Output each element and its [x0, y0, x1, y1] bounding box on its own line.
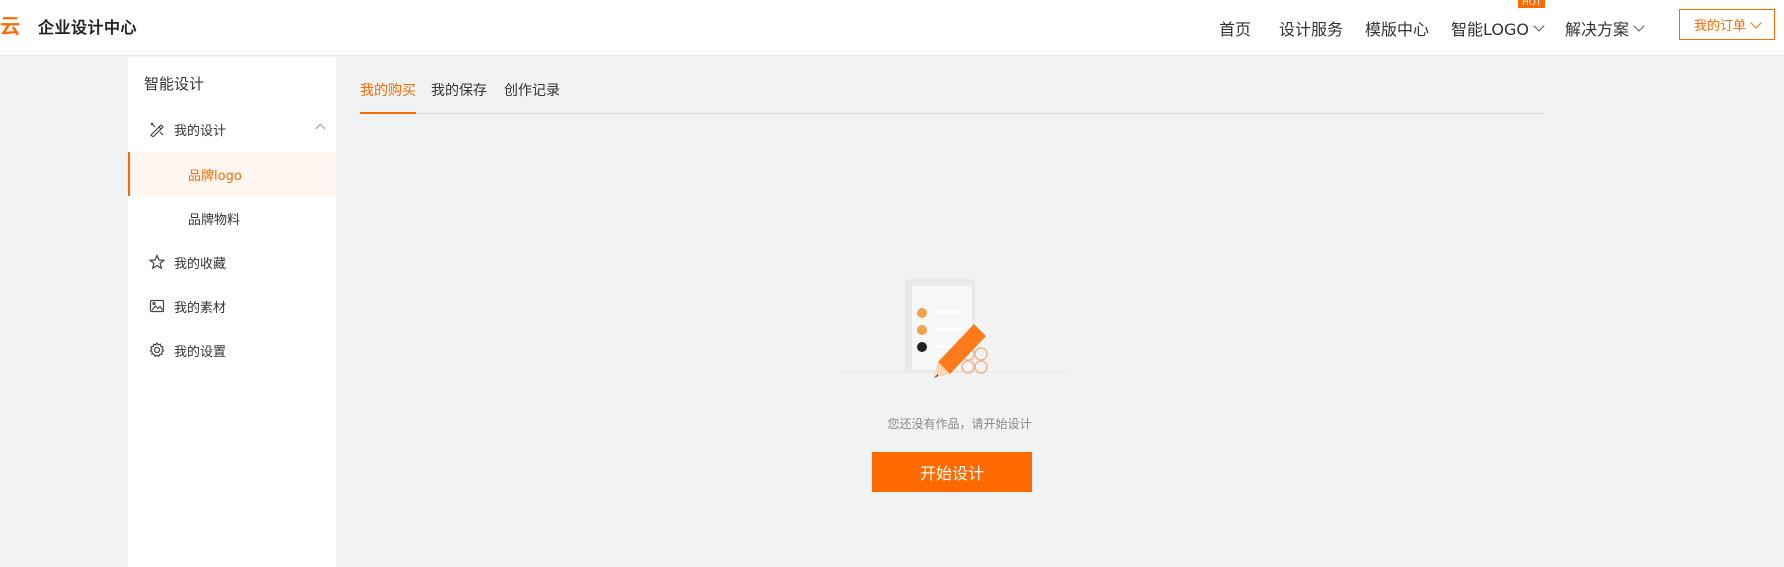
image-icon — [148, 297, 166, 315]
nav-solutions-label: 解决方案 — [1565, 20, 1630, 39]
empty-message: 您还没有作品，请开始设计 — [0, 415, 1784, 432]
start-design-button[interactable]: 开始设计 — [872, 452, 1032, 492]
sidebar-item-materials[interactable]: 我的素材 — [128, 284, 336, 328]
chevron-down-icon — [1750, 16, 1762, 29]
hot-badge: HOT — [1518, 0, 1546, 8]
empty-document-illustration — [838, 279, 1068, 378]
sidebar-item-label: 品牌logo — [188, 168, 242, 184]
brand-title: 企业设计中心 — [38, 18, 138, 37]
chevron-down-icon — [1633, 20, 1645, 32]
sidebar-item-label: 我的设置 — [174, 344, 227, 360]
my-orders-button[interactable]: 我的订单 — [1679, 9, 1775, 40]
gear-icon — [148, 341, 166, 359]
tab-my-purchases[interactable]: 我的购买 — [360, 80, 416, 114]
top-header: 云 企业设计中心 首页 设计服务 模版中心 智能LOGO HOT 解决方案 我的… — [0, 0, 1784, 56]
sidebar-item-settings[interactable]: 我的设置 — [128, 328, 336, 372]
empty-message-text: 您还没有作品，请开始设计 — [887, 417, 1032, 431]
sidebar-item-brand-logo[interactable]: 品牌logo — [128, 152, 336, 196]
nav-smart-logo-label: 智能LOGO — [1451, 20, 1529, 39]
sidebar-item-label: 我的设计 — [174, 123, 227, 139]
nav-home-label: 首页 — [1219, 20, 1252, 39]
my-orders-label: 我的订单 — [1693, 19, 1746, 34]
nav-template-center[interactable]: 模版中心 — [1365, 16, 1429, 40]
chevron-down-icon — [1533, 20, 1545, 32]
sidebar-item-label: 我的收藏 — [174, 256, 227, 272]
sidebar-item-my-design[interactable]: 我的设计 — [128, 107, 336, 151]
nav-solutions[interactable]: 解决方案 — [1565, 16, 1645, 40]
sidebar-item-label: 我的素材 — [174, 300, 227, 316]
sidebar-title: 智能设计 — [144, 75, 205, 93]
tab-my-saved[interactable]: 我的保存 — [431, 80, 487, 114]
sidebar-item-brand-materials[interactable]: 品牌物料 — [128, 196, 336, 240]
chevron-up-icon[interactable] — [315, 123, 326, 134]
sidebar-item-label: 品牌物料 — [188, 212, 241, 228]
content-tabs: 我的购买 我的保存 创作记录 — [360, 80, 1544, 114]
design-tools-icon — [148, 120, 166, 138]
nav-home[interactable]: 首页 — [1219, 16, 1251, 40]
sidebar: 智能设计 我的设计 品牌logo 品牌物料 我的收藏 我的素材 我的设置 — [128, 57, 336, 567]
logo-mark-icon: 云 — [0, 14, 20, 38]
tab-creation-history[interactable]: 创作记录 — [504, 80, 560, 114]
nav-template-center-label: 模版中心 — [1365, 20, 1430, 39]
nav-design-services[interactable]: 设计服务 — [1279, 16, 1343, 40]
nav-design-services-label: 设计服务 — [1279, 20, 1344, 39]
sidebar-item-favorites[interactable]: 我的收藏 — [128, 240, 336, 284]
brand-logo[interactable]: 云 企业设计中心 — [0, 14, 137, 38]
star-icon — [148, 253, 166, 271]
nav-smart-logo[interactable]: 智能LOGO — [1451, 16, 1545, 40]
